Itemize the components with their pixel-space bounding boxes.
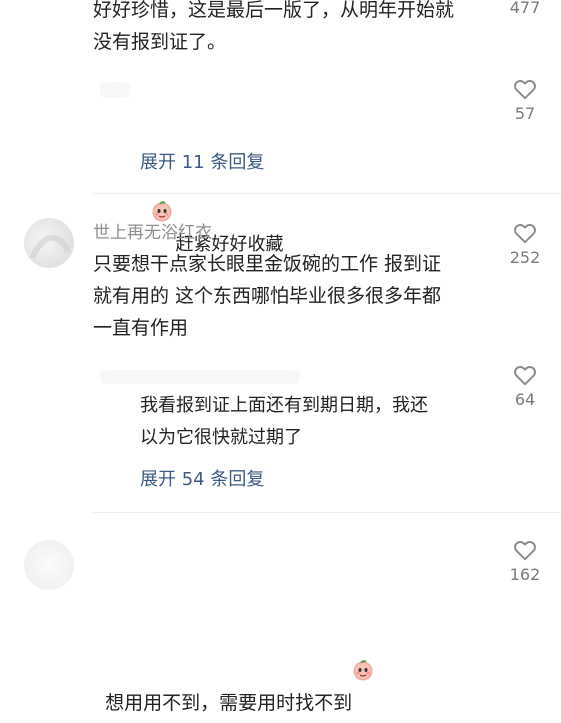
blurred-region (100, 370, 300, 384)
heart-outline-icon[interactable] (495, 362, 555, 388)
like-count-column[interactable]: 477 (495, 0, 555, 17)
comment-username[interactable]: 世上再无浴红衣 (93, 218, 212, 243)
avatar[interactable] (24, 540, 74, 590)
avatar[interactable] (24, 218, 74, 268)
like-button[interactable]: 57 (495, 76, 555, 123)
comment-item: 想用用不到，需要用时找不到 (93, 563, 493, 719)
like-count: 162 (509, 565, 541, 584)
expand-replies-link[interactable]: 展开 11 条回复 (140, 148, 264, 174)
reply-text: 我看报到证上面还有到期日期，我还 以为它很快就过期了 (140, 395, 428, 448)
blurred-region (100, 82, 130, 98)
heart-outline-icon[interactable] (495, 76, 555, 102)
divider (93, 193, 561, 194)
comment-text: 想用用不到，需要用时找不到 (105, 692, 353, 714)
like-button[interactable]: 64 (495, 362, 555, 409)
like-count: 252 (509, 248, 541, 267)
comment-text: 好好珍惜，这是最后一版了，从明年开始就 没有报到证了。 (93, 0, 455, 53)
divider (93, 512, 561, 513)
like-button[interactable]: 162 (495, 537, 555, 584)
expand-replies-link[interactable]: 展开 54 条回复 (140, 465, 264, 491)
peach-face-emoji (352, 595, 374, 681)
heart-outline-icon[interactable] (495, 537, 555, 563)
like-count: 64 (514, 390, 536, 409)
like-button[interactable]: 252 (495, 220, 555, 267)
like-count: 477 (509, 0, 541, 17)
like-count: 57 (514, 104, 536, 123)
comment-text: 只要想干点家长眼里金饭碗的工作 报到证 就有用的 这个东西哪怕毕业很多很多年都 … (93, 253, 442, 339)
heart-outline-icon[interactable] (495, 220, 555, 246)
